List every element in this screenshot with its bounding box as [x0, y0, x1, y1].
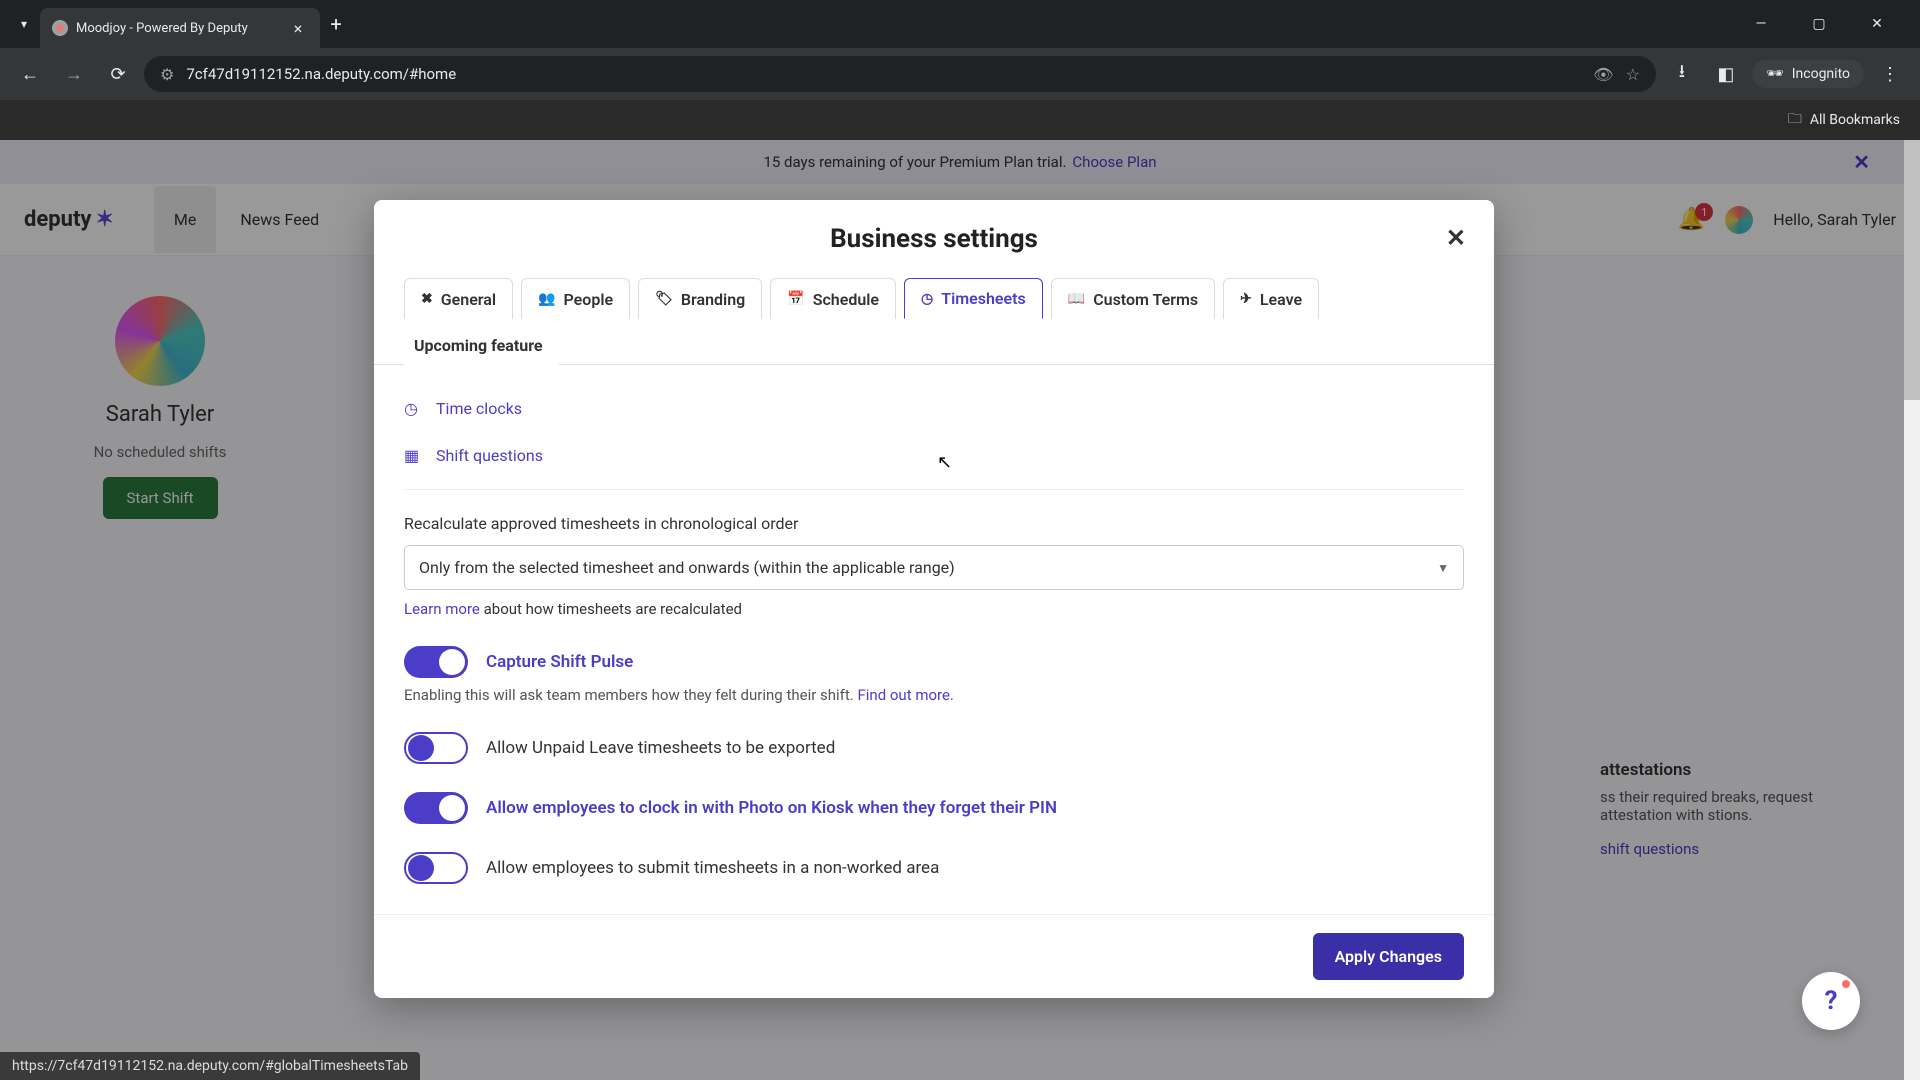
- incognito-icon: 🕶: [1766, 66, 1784, 82]
- modal-close-button[interactable]: ✕: [1446, 224, 1466, 252]
- business-settings-modal: Business settings ✕ ✖General 👥People 🏷Br…: [374, 200, 1494, 998]
- recalc-label: Recalculate approved timesheets in chron…: [404, 514, 1464, 533]
- people-icon: 👥: [538, 291, 555, 307]
- help-notification-dot: [1842, 980, 1850, 988]
- toggle-nonworked-row: Allow employees to submit timesheets in …: [404, 852, 1464, 884]
- bookmark-star-icon[interactable]: ☆: [1626, 65, 1640, 84]
- recalc-select[interactable]: Only from the selected timesheet and onw…: [404, 545, 1464, 590]
- learn-more-link[interactable]: Learn more: [404, 600, 480, 618]
- divider: [404, 489, 1464, 490]
- modal-header: Business settings ✕: [374, 200, 1494, 270]
- capture-pulse-label: Capture Shift Pulse: [486, 652, 633, 672]
- modal-tabs: ✖General 👥People 🏷Branding 📅Schedule ◷Ti…: [374, 270, 1494, 365]
- tab-close-icon[interactable]: ×: [288, 19, 308, 38]
- clock-icon: ◷: [921, 291, 933, 307]
- help-fab[interactable]: ?: [1802, 972, 1860, 1030]
- tab-leave[interactable]: ✈Leave: [1223, 278, 1319, 319]
- incognito-label: Incognito: [1792, 66, 1850, 82]
- modal-footer: Apply Changes: [374, 914, 1494, 998]
- toggle-photo-kiosk[interactable]: [404, 792, 468, 824]
- address-bar[interactable]: ⚙ 7cf47d19112152.na.deputy.com/#home 👁 ☆: [144, 56, 1656, 92]
- nonworked-label: Allow employees to submit timesheets in …: [486, 858, 939, 878]
- incognito-badge[interactable]: 🕶 Incognito: [1752, 60, 1864, 88]
- tag-icon: 🏷: [655, 291, 673, 307]
- calendar-icon: 📅: [787, 291, 804, 307]
- forward-button[interactable]: →: [56, 56, 92, 92]
- all-bookmarks-button[interactable]: All Bookmarks: [1810, 112, 1900, 128]
- downloads-icon[interactable]: ⭳: [1664, 56, 1700, 92]
- eye-off-icon[interactable]: 👁: [1593, 65, 1613, 84]
- tab-timesheets[interactable]: ◷Timesheets: [904, 278, 1043, 319]
- toggle-photo-kiosk-row: Allow employees to clock in with Photo o…: [404, 792, 1464, 824]
- wrench-icon: ✖: [421, 291, 433, 307]
- browser-toolbar: ← → ⟳ ⚙ 7cf47d19112152.na.deputy.com/#ho…: [0, 48, 1920, 100]
- page-scrollbar[interactable]: [1904, 140, 1920, 1080]
- folder-icon: 🗀: [1788, 108, 1802, 132]
- capture-pulse-desc: Enabling this will ask team members how …: [404, 686, 1464, 704]
- tab-branding[interactable]: 🏷Branding: [638, 278, 762, 319]
- back-button[interactable]: ←: [12, 56, 48, 92]
- menu-icon[interactable]: ⋮: [1872, 56, 1908, 92]
- window-controls: — ▢ ✕: [1738, 8, 1912, 40]
- section-shift-questions[interactable]: ▦ Shift questions: [404, 432, 1464, 479]
- unpaid-leave-label: Allow Unpaid Leave timesheets to be expo…: [486, 738, 835, 758]
- status-bar: https://7cf47d19112152.na.deputy.com/#gl…: [0, 1052, 420, 1080]
- recalc-value: Only from the selected timesheet and onw…: [419, 558, 955, 577]
- url-text: 7cf47d19112152.na.deputy.com/#home: [186, 65, 1581, 83]
- favicon-icon: [52, 20, 68, 36]
- apply-changes-button[interactable]: Apply Changes: [1313, 933, 1464, 980]
- modal-title: Business settings: [830, 224, 1038, 254]
- minimize-icon[interactable]: —: [1738, 8, 1784, 40]
- tab-schedule[interactable]: 📅Schedule: [770, 278, 896, 319]
- clock-outline-icon: ◷: [404, 399, 424, 418]
- new-tab-button[interactable]: +: [320, 12, 352, 36]
- chevron-down-icon: ▼: [1437, 561, 1449, 575]
- scrollbar-thumb[interactable]: [1904, 140, 1920, 400]
- reload-button[interactable]: ⟳: [100, 56, 136, 92]
- browser-titlebar: ▾ Moodjoy - Powered By Deputy × + — ▢ ✕: [0, 0, 1920, 48]
- tab-custom-terms[interactable]: 📖Custom Terms: [1051, 278, 1215, 319]
- photo-kiosk-label: Allow employees to clock in with Photo o…: [486, 798, 1057, 818]
- bookmarks-bar: 🗀 All Bookmarks: [0, 100, 1920, 140]
- section-time-clocks[interactable]: ◷ Time clocks: [404, 385, 1464, 432]
- tab-title: Moodjoy - Powered By Deputy: [76, 21, 280, 36]
- tab-upcoming-feature[interactable]: Upcoming feature: [404, 326, 559, 365]
- toggle-unpaid-leave[interactable]: [404, 732, 468, 764]
- tab-search-dropdown[interactable]: ▾: [8, 8, 40, 40]
- plane-icon: ✈: [1240, 291, 1252, 307]
- browser-tab[interactable]: Moodjoy - Powered By Deputy ×: [40, 8, 320, 48]
- tab-general[interactable]: ✖General: [404, 278, 513, 319]
- recalc-helper: Learn more about how timesheets are reca…: [404, 600, 1464, 618]
- find-out-more-link[interactable]: Find out more.: [857, 686, 953, 704]
- site-settings-icon[interactable]: ⚙: [160, 65, 174, 84]
- toggle-nonworked[interactable]: [404, 852, 468, 884]
- tab-people[interactable]: 👥People: [521, 278, 630, 319]
- maximize-icon[interactable]: ▢: [1796, 8, 1842, 40]
- toggle-capture-pulse[interactable]: [404, 646, 468, 678]
- book-icon: 📖: [1068, 291, 1085, 307]
- close-window-icon[interactable]: ✕: [1854, 8, 1900, 40]
- modal-body: ◷ Time clocks ▦ Shift questions Recalcul…: [374, 365, 1494, 914]
- sidepanel-icon[interactable]: ◧: [1708, 56, 1744, 92]
- toggle-unpaid-leave-row: Allow Unpaid Leave timesheets to be expo…: [404, 732, 1464, 764]
- card-icon: ▦: [404, 446, 424, 465]
- toggle-capture-pulse-row: Capture Shift Pulse: [404, 646, 1464, 678]
